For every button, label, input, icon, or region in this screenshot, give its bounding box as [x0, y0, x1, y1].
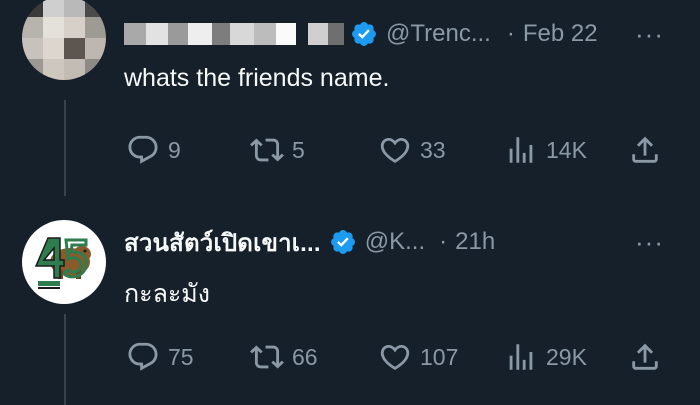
separator-dot: ·: [439, 228, 448, 255]
tweet-2[interactable]: สวนสัตว์เปิดเขาเ... @K... · 21h ··· กะละ…: [0, 196, 700, 405]
views-button[interactable]: 14K: [504, 134, 587, 166]
tweet-text: กะละมัง: [124, 280, 210, 308]
view-count: 14K: [546, 136, 587, 163]
thread-line: [64, 100, 66, 196]
timestamp[interactable]: Feb 22: [523, 20, 598, 48]
repost-count: 5: [292, 136, 305, 163]
more-options-icon[interactable]: ···: [635, 21, 664, 47]
share-icon: [632, 136, 658, 163]
like-count: 33: [420, 136, 446, 163]
reply-count: 75: [168, 343, 194, 370]
repost-button[interactable]: 66: [250, 341, 318, 373]
zoo-logo-icon: [34, 237, 91, 289]
more-options-icon[interactable]: ···: [635, 229, 664, 255]
thread-line: [64, 314, 66, 405]
verified-badge-icon: [352, 22, 376, 46]
view-count: 29K: [546, 343, 587, 370]
views-button[interactable]: 29K: [504, 341, 587, 373]
share-button[interactable]: [628, 134, 662, 166]
like-icon: [380, 344, 410, 370]
display-name[interactable]: สวนสัตว์เปิดเขาเ...: [124, 223, 321, 262]
share-icon: [632, 343, 658, 370]
avatar-zoo-logo[interactable]: [22, 220, 106, 304]
reply-button[interactable]: 9: [126, 134, 181, 166]
verified-badge-icon: [330, 230, 355, 254]
reply-button[interactable]: 75: [126, 341, 194, 373]
handle[interactable]: @Trenc...: [386, 20, 491, 48]
share-button[interactable]: [628, 341, 662, 373]
repost-count: 66: [292, 343, 318, 370]
timestamp[interactable]: 21h: [455, 228, 495, 256]
reply-icon: [128, 342, 158, 371]
reply-count: 9: [168, 136, 181, 163]
separator-dot: ·: [506, 20, 515, 47]
action-bar: 75 66 107 29K: [124, 341, 672, 373]
tweet-header: @Trenc... · Feb 22 ···: [124, 18, 700, 50]
reply-icon: [128, 135, 158, 164]
views-icon: [509, 344, 533, 370]
tweet-header: สวนสัตว์เปิดเขาเ... @K... · 21h ···: [124, 226, 700, 258]
repost-icon: [250, 345, 284, 369]
like-button[interactable]: 107: [378, 341, 458, 373]
like-icon: [380, 137, 410, 163]
handle[interactable]: @K...: [365, 228, 425, 256]
tweet-text: whats the friends name.: [124, 64, 390, 92]
like-count: 107: [420, 343, 459, 370]
like-button[interactable]: 33: [378, 134, 446, 166]
repost-button[interactable]: 5: [250, 134, 305, 166]
action-bar: 9 5 33 14K: [124, 134, 672, 166]
avatar-pixelated[interactable]: [22, 0, 106, 80]
views-icon: [509, 137, 533, 163]
tweet-1[interactable]: @Trenc... · Feb 22 ··· whats the friends…: [0, 0, 700, 196]
repost-icon: [250, 138, 284, 162]
display-name-pixelated[interactable]: [124, 23, 344, 45]
